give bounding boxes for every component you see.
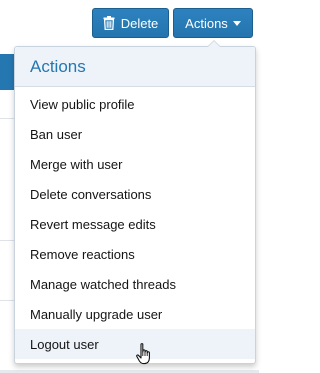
menu-item-view-public-profile[interactable]: View public profile (15, 89, 255, 119)
actions-button[interactable]: Actions (173, 8, 253, 38)
menu-item-remove-reactions[interactable]: Remove reactions (15, 239, 255, 269)
actions-dropdown-menu: Actions View public profile Ban user Mer… (14, 46, 256, 364)
menu-list: View public profile Ban user Merge with … (15, 87, 255, 359)
menu-item-merge-with-user[interactable]: Merge with user (15, 149, 255, 179)
menu-item-revert-message-edits[interactable]: Revert message edits (15, 209, 255, 239)
menu-item-ban-user[interactable]: Ban user (15, 119, 255, 149)
menu-item-logout-user[interactable]: Logout user (15, 329, 255, 359)
menu-item-delete-conversations[interactable]: Delete conversations (15, 179, 255, 209)
menu-pointer-arrow-inner (208, 41, 220, 47)
delete-button-label: Delete (120, 15, 159, 31)
caret-down-icon (232, 21, 241, 26)
delete-button[interactable]: Delete (92, 8, 169, 38)
trash-icon (103, 16, 115, 30)
menu-title: Actions (15, 47, 255, 87)
actions-button-label: Actions (185, 15, 228, 31)
hand-pointer-cursor-icon (136, 343, 150, 365)
menu-item-manage-watched-threads[interactable]: Manage watched threads (15, 269, 255, 299)
menu-item-manually-upgrade-user[interactable]: Manually upgrade user (15, 299, 255, 329)
